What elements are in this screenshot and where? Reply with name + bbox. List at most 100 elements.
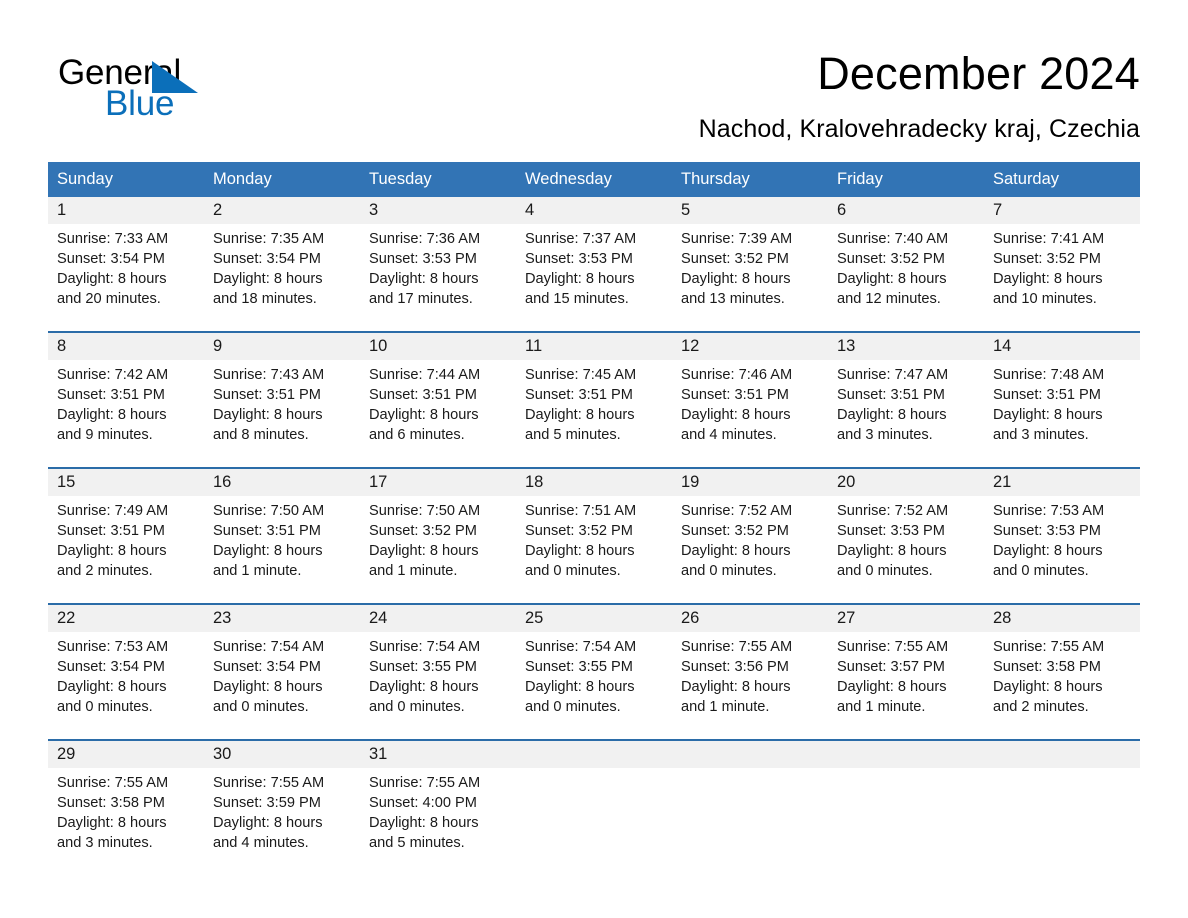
- day-details: Sunrise: 7:42 AM Sunset: 3:51 PM Daylight:…: [57, 360, 204, 445]
- sunrise-text: Sunrise: 7:50 AM: [369, 503, 481, 519]
- day-cell[interactable]: 7 Sunrise: 7:41 AM Sunset: 3:52 PM Daylight…: [984, 197, 1140, 309]
- sunset-text: Sunset: 3:52 PM: [369, 523, 477, 539]
- day-cell[interactable]: 30 Sunrise: 7:55 AM Sunset: 3:59 PM Dayligh…: [204, 741, 360, 853]
- daylight-text-line2: and 0 minutes.: [993, 563, 1089, 579]
- daylight-text-line1: Daylight: 8 hours: [993, 407, 1103, 423]
- daylight-text-line1: Daylight: 8 hours: [525, 543, 635, 559]
- day-cell[interactable]: 24 Sunrise: 7:54 AM Sunset: 3:55 PM Dayligh…: [360, 605, 516, 717]
- page-subtitle: Nachod, Kralovehradecky kraj, Czechia: [698, 115, 1140, 143]
- day-cell[interactable]: 12 Sunrise: 7:46 AM Sunset: 3:51 PM Dayligh…: [672, 333, 828, 445]
- page-title: December 2024: [817, 48, 1140, 99]
- day-cell[interactable]: 26 Sunrise: 7:55 AM Sunset: 3:56 PM Dayligh…: [672, 605, 828, 717]
- sunrise-text: Sunrise: 7:54 AM: [525, 639, 637, 655]
- day-cell[interactable]: 5 Sunrise: 7:39 AM Sunset: 3:52 PM Daylight…: [672, 197, 828, 309]
- day-cell-empty: [984, 741, 1140, 853]
- weekday-header-monday: Monday: [213, 170, 272, 188]
- day-cell-empty: [672, 741, 828, 853]
- sunset-text: Sunset: 3:53 PM: [837, 523, 945, 539]
- weekday-header-saturday: Saturday: [993, 170, 1060, 188]
- day-cell[interactable]: 6 Sunrise: 7:40 AM Sunset: 3:52 PM Daylight…: [828, 197, 984, 309]
- day-cell[interactable]: 11 Sunrise: 7:45 AM Sunset: 3:51 PM Dayligh…: [516, 333, 672, 445]
- day-cell[interactable]: 3 Sunrise: 7:36 AM Sunset: 3:53 PM Daylight…: [360, 197, 516, 309]
- sunset-text: Sunset: 3:52 PM: [837, 251, 945, 267]
- day-cell[interactable]: 18 Sunrise: 7:51 AM Sunset: 3:52 PM Dayligh…: [516, 469, 672, 581]
- day-details: Sunrise: 7:41 AM Sunset: 3:52 PM Daylight:…: [993, 224, 1140, 309]
- sunset-text: Sunset: 3:53 PM: [369, 251, 477, 267]
- daylight-text-line2: and 20 minutes.: [57, 291, 161, 307]
- day-number: 25: [525, 609, 544, 627]
- day-number: 24: [369, 609, 388, 627]
- day-number: 1: [57, 201, 67, 219]
- day-cell[interactable]: 19 Sunrise: 7:52 AM Sunset: 3:52 PM Dayligh…: [672, 469, 828, 581]
- calendar-week-row: 29 Sunrise: 7:55 AM Sunset: 3:58 PM Dayligh…: [48, 739, 1140, 853]
- day-cell[interactable]: 29 Sunrise: 7:55 AM Sunset: 3:58 PM Dayligh…: [48, 741, 204, 853]
- daylight-text-line2: and 5 minutes.: [525, 427, 621, 443]
- day-number: 5: [681, 201, 691, 219]
- sunrise-text: Sunrise: 7:54 AM: [369, 639, 481, 655]
- sunset-text: Sunset: 3:56 PM: [681, 659, 789, 675]
- day-cell[interactable]: 21 Sunrise: 7:53 AM Sunset: 3:53 PM Dayligh…: [984, 469, 1140, 581]
- sunrise-text: Sunrise: 7:51 AM: [525, 503, 637, 519]
- sunset-text: Sunset: 3:51 PM: [57, 523, 165, 539]
- day-number: 28: [993, 609, 1012, 627]
- daylight-text-line1: Daylight: 8 hours: [525, 407, 635, 423]
- day-number: 10: [369, 337, 388, 355]
- day-cell[interactable]: 28 Sunrise: 7:55 AM Sunset: 3:58 PM Dayligh…: [984, 605, 1140, 717]
- sunset-text: Sunset: 3:57 PM: [837, 659, 945, 675]
- day-details: Sunrise: 7:52 AM Sunset: 3:53 PM Daylight:…: [837, 496, 984, 581]
- day-cell[interactable]: 1 Sunrise: 7:33 AM Sunset: 3:54 PM Daylight…: [48, 197, 204, 309]
- day-number: 18: [525, 473, 544, 491]
- day-number: 8: [57, 337, 67, 355]
- day-cell[interactable]: 13 Sunrise: 7:47 AM Sunset: 3:51 PM Dayligh…: [828, 333, 984, 445]
- sunset-text: Sunset: 3:58 PM: [57, 795, 165, 811]
- day-cell[interactable]: 10 Sunrise: 7:44 AM Sunset: 3:51 PM Dayligh…: [360, 333, 516, 445]
- day-cell[interactable]: 20 Sunrise: 7:52 AM Sunset: 3:53 PM Dayligh…: [828, 469, 984, 581]
- daylight-text-line1: Daylight: 8 hours: [213, 271, 323, 287]
- daylight-text-line1: Daylight: 8 hours: [993, 271, 1103, 287]
- sunset-text: Sunset: 3:52 PM: [681, 251, 789, 267]
- day-number: 12: [681, 337, 700, 355]
- daylight-text-line1: Daylight: 8 hours: [837, 271, 947, 287]
- day-number: 17: [369, 473, 388, 491]
- day-number: 6: [837, 201, 847, 219]
- day-cell[interactable]: 9 Sunrise: 7:43 AM Sunset: 3:51 PM Daylight…: [204, 333, 360, 445]
- day-cell[interactable]: 4 Sunrise: 7:37 AM Sunset: 3:53 PM Daylight…: [516, 197, 672, 309]
- day-cell[interactable]: 22 Sunrise: 7:53 AM Sunset: 3:54 PM Dayligh…: [48, 605, 204, 717]
- day-cell[interactable]: 25 Sunrise: 7:54 AM Sunset: 3:55 PM Dayligh…: [516, 605, 672, 717]
- day-cell[interactable]: 31 Sunrise: 7:55 AM Sunset: 4:00 PM Dayligh…: [360, 741, 516, 853]
- day-number: 26: [681, 609, 700, 627]
- general-blue-logo[interactable]: General Blue: [48, 44, 318, 130]
- day-details: Sunrise: 7:55 AM Sunset: 3:57 PM Daylight:…: [837, 632, 984, 717]
- sunset-text: Sunset: 3:59 PM: [213, 795, 321, 811]
- day-number: 7: [993, 201, 1003, 219]
- day-cell[interactable]: 16 Sunrise: 7:50 AM Sunset: 3:51 PM Dayligh…: [204, 469, 360, 581]
- day-details: Sunrise: 7:47 AM Sunset: 3:51 PM Daylight:…: [837, 360, 984, 445]
- sunset-text: Sunset: 3:51 PM: [681, 387, 789, 403]
- day-details: Sunrise: 7:44 AM Sunset: 3:51 PM Daylight:…: [369, 360, 516, 445]
- daylight-text-line1: Daylight: 8 hours: [213, 543, 323, 559]
- daylight-text-line1: Daylight: 8 hours: [681, 543, 791, 559]
- day-cell[interactable]: 23 Sunrise: 7:54 AM Sunset: 3:54 PM Dayligh…: [204, 605, 360, 717]
- day-cell[interactable]: 2 Sunrise: 7:35 AM Sunset: 3:54 PM Daylight…: [204, 197, 360, 309]
- sunset-text: Sunset: 3:51 PM: [525, 387, 633, 403]
- day-number: 3: [369, 201, 379, 219]
- daylight-text-line1: Daylight: 8 hours: [369, 815, 479, 831]
- daylight-text-line2: and 2 minutes.: [57, 563, 153, 579]
- day-cell[interactable]: 8 Sunrise: 7:42 AM Sunset: 3:51 PM Daylight…: [48, 333, 204, 445]
- day-cell-empty: [828, 741, 984, 853]
- day-cell[interactable]: 14 Sunrise: 7:48 AM Sunset: 3:51 PM Dayligh…: [984, 333, 1140, 445]
- day-number: 21: [993, 473, 1012, 491]
- day-details: Sunrise: 7:40 AM Sunset: 3:52 PM Daylight:…: [837, 224, 984, 309]
- day-number: 23: [213, 609, 232, 627]
- sunrise-text: Sunrise: 7:53 AM: [57, 639, 169, 655]
- day-cell[interactable]: 17 Sunrise: 7:50 AM Sunset: 3:52 PM Dayligh…: [360, 469, 516, 581]
- day-cell[interactable]: 27 Sunrise: 7:55 AM Sunset: 3:57 PM Dayligh…: [828, 605, 984, 717]
- day-details: Sunrise: 7:53 AM Sunset: 3:54 PM Daylight:…: [57, 632, 204, 717]
- sunrise-text: Sunrise: 7:55 AM: [57, 775, 169, 791]
- day-cell[interactable]: 15 Sunrise: 7:49 AM Sunset: 3:51 PM Dayligh…: [48, 469, 204, 581]
- daylight-text-line2: and 0 minutes.: [57, 699, 153, 715]
- daylight-text-line2: and 1 minute.: [681, 699, 770, 715]
- sunset-text: Sunset: 3:54 PM: [57, 251, 165, 267]
- sunset-text: Sunset: 3:55 PM: [369, 659, 477, 675]
- daylight-text-line1: Daylight: 8 hours: [57, 679, 167, 695]
